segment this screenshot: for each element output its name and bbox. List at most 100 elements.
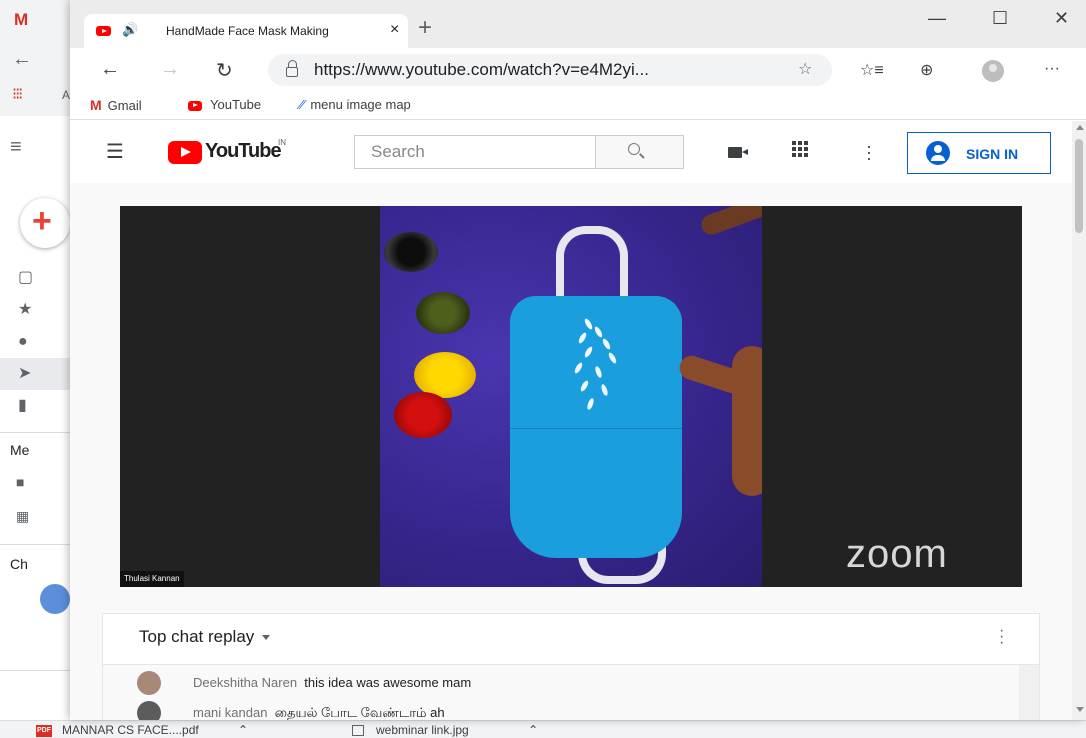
chat-message-text: this idea was awesome mam bbox=[304, 675, 472, 690]
sign-in-label: SIGN IN bbox=[966, 146, 1019, 162]
region-code: IN bbox=[278, 138, 286, 147]
chat-author-name[interactable]: Deekshitha Naren this idea was awesome m… bbox=[193, 675, 471, 690]
chevron-up-icon[interactable]: ⌃ bbox=[238, 723, 248, 737]
black-paint-pot bbox=[384, 232, 438, 272]
starred-icon[interactable]: ★ bbox=[0, 294, 80, 326]
favorites-icon[interactable]: ☆≡ bbox=[860, 60, 884, 80]
bookmark-label: YouTube bbox=[210, 97, 262, 112]
address-bar[interactable]: https://www.youtube.com/watch?v=e4M2yi..… bbox=[268, 54, 832, 86]
back-button[interactable]: ← bbox=[100, 58, 120, 81]
pdf-icon: PDF bbox=[36, 724, 52, 737]
profile-icon[interactable] bbox=[982, 60, 1004, 82]
bookmarks-bar: M Gmail YouTube ⁄⁄ menu image map bbox=[70, 92, 1086, 120]
browser-window: 🔊 HandMade Face Mask Making × + — ☐ ✕ ← … bbox=[70, 0, 1086, 720]
scroll-thumb[interactable] bbox=[1075, 139, 1083, 233]
youtube-wordmark[interactable]: YouTube bbox=[205, 140, 282, 163]
page-scrollbar[interactable] bbox=[1072, 121, 1086, 720]
sign-in-button[interactable]: SIGN IN bbox=[907, 132, 1051, 174]
map-icon: ⁄⁄ bbox=[300, 97, 305, 112]
url-text[interactable]: https://www.youtube.com/watch?v=e4M2yi..… bbox=[314, 60, 649, 80]
download-filename: MANNAR CS FACE....pdf bbox=[62, 723, 199, 737]
background-back-icon[interactable]: ← bbox=[12, 48, 32, 71]
account-circle-icon bbox=[926, 141, 950, 165]
youtube-favicon-icon bbox=[96, 26, 111, 36]
gmail-logo-icon: M bbox=[14, 10, 29, 29]
bookmark-gmail[interactable]: M Gmail bbox=[90, 97, 142, 113]
scroll-up-icon[interactable] bbox=[1076, 125, 1084, 130]
chat-scrollbar[interactable] bbox=[1019, 665, 1039, 720]
chat-more-options-icon[interactable]: · · · bbox=[999, 623, 1004, 651]
youtube-masthead: ☰ YouTube IN Search · · · SIGN IN bbox=[70, 121, 1072, 183]
collections-icon[interactable]: ⊕ bbox=[920, 60, 933, 80]
chat-author-avatar[interactable] bbox=[137, 701, 161, 720]
guide-menu-icon[interactable]: ☰ bbox=[106, 139, 124, 164]
meet-section-label: Me bbox=[10, 442, 30, 458]
mask-fold-line bbox=[510, 428, 682, 429]
youtube-icon bbox=[188, 100, 202, 111]
divider bbox=[0, 432, 80, 433]
gmail-nav-icons: ▢ ★ ● ➤ ▮ bbox=[0, 262, 80, 422]
tab-close-icon[interactable]: × bbox=[390, 21, 399, 39]
compose-plus-icon: + bbox=[32, 202, 52, 240]
video-player[interactable]: zoom Thulasi Kannan bbox=[120, 206, 1022, 587]
tab-handmade-face-mask[interactable]: 🔊 HandMade Face Mask Making × bbox=[84, 14, 408, 48]
red-paint-pot bbox=[394, 392, 452, 438]
apps-grid-icon[interactable] bbox=[792, 141, 808, 157]
apps-label: A bbox=[62, 88, 71, 102]
chat-title[interactable]: Top chat replay bbox=[139, 627, 271, 647]
navigation-bar: ← → ↻ https://www.youtube.com/watch?v=e4… bbox=[70, 48, 1086, 92]
video-frame bbox=[380, 206, 762, 587]
chat-message-text: தையல் போட வேண்டாம் ah bbox=[274, 705, 445, 720]
dropdown-caret-icon[interactable] bbox=[262, 635, 271, 641]
create-video-icon[interactable] bbox=[728, 147, 748, 158]
chat-author-name[interactable]: mani kandan தையல் போட வேண்டாம் ah bbox=[193, 705, 445, 720]
sent-icon[interactable]: ➤ bbox=[0, 358, 80, 390]
lock-icon[interactable] bbox=[286, 60, 298, 77]
search-input[interactable]: Search bbox=[354, 135, 596, 169]
download-item-image[interactable]: webminar link.jpg ⌃ bbox=[352, 722, 538, 738]
favorite-star-icon[interactable]: ☆ bbox=[798, 59, 812, 79]
maximize-button[interactable]: ☐ bbox=[992, 8, 1008, 29]
chat-avatar[interactable] bbox=[40, 584, 70, 614]
bookmark-youtube[interactable]: YouTube bbox=[188, 97, 261, 112]
chat-author-avatar[interactable] bbox=[137, 671, 161, 695]
download-filename: webminar link.jpg bbox=[376, 723, 469, 737]
gmail-menu-icon[interactable]: ≡ bbox=[10, 136, 22, 159]
close-window-button[interactable]: ✕ bbox=[1054, 8, 1069, 29]
chat-title-label: Top chat replay bbox=[139, 627, 255, 646]
compose-button[interactable]: + bbox=[20, 198, 70, 248]
green-paint-pot bbox=[416, 292, 470, 334]
chat-section-label: Ch bbox=[10, 556, 28, 572]
title-bar: 🔊 HandMade Face Mask Making × + — ☐ ✕ bbox=[70, 0, 1086, 48]
background-gmail-window: M ← ⁝⁝⁝ A ≡ + ▢ ★ ● ➤ ▮ Me ■ ▦ Ch bbox=[0, 0, 80, 738]
snoozed-icon[interactable]: ● bbox=[0, 326, 80, 358]
new-tab-button[interactable]: + bbox=[418, 14, 432, 42]
download-item-pdf[interactable]: PDF MANNAR CS FACE....pdf ⌃ bbox=[36, 722, 248, 738]
search-icon bbox=[628, 143, 640, 155]
download-bar: PDF MANNAR CS FACE....pdf ⌃ webminar link… bbox=[0, 720, 1086, 738]
youtube-logo-icon[interactable] bbox=[168, 141, 202, 164]
reload-button[interactable]: ↻ bbox=[216, 58, 233, 83]
scroll-down-icon[interactable] bbox=[1076, 707, 1084, 712]
meet-video-icon[interactable]: ■ bbox=[16, 474, 24, 490]
apps-grid-icon[interactable]: ⁝⁝⁝ bbox=[12, 84, 23, 104]
search-button[interactable] bbox=[596, 135, 684, 169]
divider bbox=[0, 670, 80, 671]
live-chat-replay: Top chat replay · · · Deekshitha Naren thi… bbox=[102, 613, 1040, 720]
speaker-name-label: Thulasi Kannan bbox=[120, 571, 184, 587]
inbox-icon[interactable]: ▢ bbox=[0, 262, 80, 294]
youtube-page: ☰ YouTube IN Search · · · SIGN IN zoom T… bbox=[70, 121, 1086, 720]
more-menu-icon[interactable]: ··· bbox=[1044, 60, 1060, 78]
minimize-button[interactable]: — bbox=[928, 8, 946, 29]
audio-playing-icon[interactable]: 🔊 bbox=[122, 22, 138, 38]
chat-message-list: Deekshitha Naren this idea was awesome m… bbox=[103, 665, 1019, 720]
bookmark-menu-image-map[interactable]: ⁄⁄ menu image map bbox=[300, 97, 411, 112]
tab-title: HandMade Face Mask Making bbox=[166, 24, 329, 38]
meet-keyboard-icon[interactable]: ▦ bbox=[16, 508, 29, 525]
chevron-up-icon[interactable]: ⌃ bbox=[528, 723, 538, 737]
settings-kebab-icon[interactable]: · · · bbox=[866, 137, 872, 167]
bookmark-label: menu image map bbox=[310, 97, 411, 112]
gmail-icon: M bbox=[90, 97, 102, 113]
drafts-icon[interactable]: ▮ bbox=[0, 390, 80, 422]
forward-button[interactable]: → bbox=[160, 58, 180, 81]
